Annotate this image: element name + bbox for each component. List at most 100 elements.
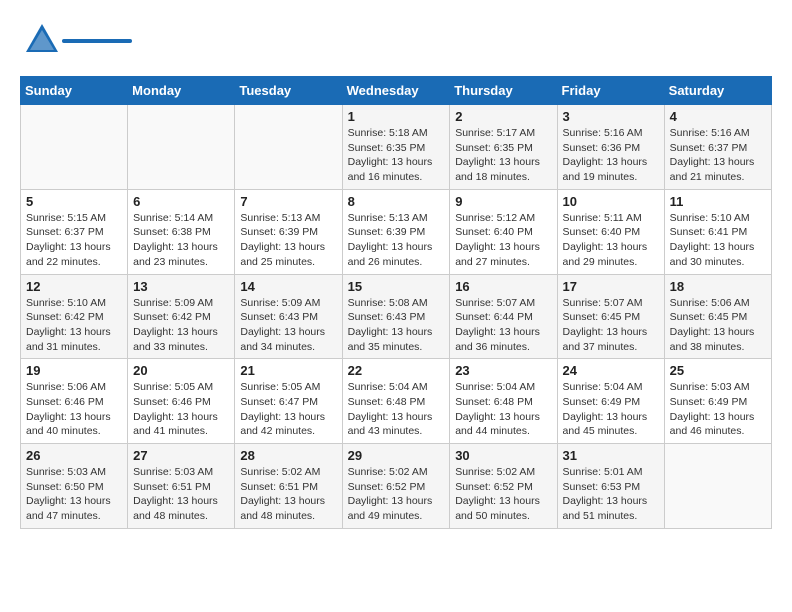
calendar-cell: 7 Sunrise: 5:13 AM Sunset: 6:39 PM Daylig… <box>235 189 342 274</box>
day-info: Sunrise: 5:13 AM Sunset: 6:39 PM Dayligh… <box>348 211 445 270</box>
page-header <box>20 20 772 60</box>
day-info: Sunrise: 5:04 AM Sunset: 6:48 PM Dayligh… <box>348 380 445 439</box>
calendar-cell: 21 Sunrise: 5:05 AM Sunset: 6:47 PM Dayli… <box>235 359 342 444</box>
day-number: 3 <box>563 109 659 124</box>
day-info: Sunrise: 5:02 AM Sunset: 6:51 PM Dayligh… <box>240 465 336 524</box>
week-row-2: 5 Sunrise: 5:15 AM Sunset: 6:37 PM Daylig… <box>21 189 772 274</box>
day-info: Sunrise: 5:07 AM Sunset: 6:44 PM Dayligh… <box>455 296 551 355</box>
day-info: Sunrise: 5:11 AM Sunset: 6:40 PM Dayligh… <box>563 211 659 270</box>
day-info: Sunrise: 5:18 AM Sunset: 6:35 PM Dayligh… <box>348 126 445 185</box>
day-info: Sunrise: 5:06 AM Sunset: 6:46 PM Dayligh… <box>26 380 122 439</box>
day-number: 19 <box>26 363 122 378</box>
calendar-cell: 9 Sunrise: 5:12 AM Sunset: 6:40 PM Daylig… <box>450 189 557 274</box>
day-info: Sunrise: 5:04 AM Sunset: 6:49 PM Dayligh… <box>563 380 659 439</box>
logo <box>20 20 132 60</box>
day-info: Sunrise: 5:09 AM Sunset: 6:43 PM Dayligh… <box>240 296 336 355</box>
calendar-cell: 24Sunrise: 5:04 AM Sunset: 6:49 PM Dayli… <box>557 359 664 444</box>
day-number: 15 <box>348 279 445 294</box>
week-row-3: 12Sunrise: 5:10 AM Sunset: 6:42 PM Dayli… <box>21 274 772 359</box>
calendar-cell: 16 Sunrise: 5:07 AM Sunset: 6:44 PM Dayli… <box>450 274 557 359</box>
logo-icon <box>20 20 60 60</box>
day-number: 16 <box>455 279 551 294</box>
calendar-cell: 1 Sunrise: 5:18 AM Sunset: 6:35 PM Daylig… <box>342 105 450 190</box>
day-info: Sunrise: 5:02 AM Sunset: 6:52 PM Dayligh… <box>348 465 445 524</box>
day-number: 20 <box>133 363 229 378</box>
calendar-cell <box>128 105 235 190</box>
calendar-cell: 30 Sunrise: 5:02 AM Sunset: 6:52 PM Dayli… <box>450 444 557 529</box>
day-number: 30 <box>455 448 551 463</box>
day-info: Sunrise: 5:12 AM Sunset: 6:40 PM Dayligh… <box>455 211 551 270</box>
calendar-cell: 10 Sunrise: 5:11 AM Sunset: 6:40 PM Dayli… <box>557 189 664 274</box>
day-header-monday: Monday <box>128 77 235 105</box>
day-info: Sunrise: 5:06 AM Sunset: 6:45 PM Dayligh… <box>670 296 766 355</box>
day-number: 6 <box>133 194 229 209</box>
day-number: 10 <box>563 194 659 209</box>
calendar-cell: 18Sunrise: 5:06 AM Sunset: 6:45 PM Dayli… <box>664 274 771 359</box>
day-header-sunday: Sunday <box>21 77 128 105</box>
day-info: Sunrise: 5:02 AM Sunset: 6:52 PM Dayligh… <box>455 465 551 524</box>
day-info: Sunrise: 5:07 AM Sunset: 6:45 PM Dayligh… <box>563 296 659 355</box>
day-header-friday: Friday <box>557 77 664 105</box>
calendar-cell: 26 Sunrise: 5:03 AM Sunset: 6:50 PM Dayli… <box>21 444 128 529</box>
calendar-cell <box>21 105 128 190</box>
calendar-cell: 11 Sunrise: 5:10 AM Sunset: 6:41 PM Dayli… <box>664 189 771 274</box>
day-number: 26 <box>26 448 122 463</box>
calendar-cell: 28 Sunrise: 5:02 AM Sunset: 6:51 PM Dayli… <box>235 444 342 529</box>
day-info: Sunrise: 5:01 AM Sunset: 6:53 PM Dayligh… <box>563 465 659 524</box>
calendar-cell: 6 Sunrise: 5:14 AM Sunset: 6:38 PM Daylig… <box>128 189 235 274</box>
day-info: Sunrise: 5:05 AM Sunset: 6:47 PM Dayligh… <box>240 380 336 439</box>
day-number: 9 <box>455 194 551 209</box>
day-info: Sunrise: 5:14 AM Sunset: 6:38 PM Dayligh… <box>133 211 229 270</box>
calendar-cell: 17 Sunrise: 5:07 AM Sunset: 6:45 PM Dayli… <box>557 274 664 359</box>
day-info: Sunrise: 5:05 AM Sunset: 6:46 PM Dayligh… <box>133 380 229 439</box>
calendar-cell: 4Sunrise: 5:16 AM Sunset: 6:37 PM Daylig… <box>664 105 771 190</box>
calendar-cell: 22 Sunrise: 5:04 AM Sunset: 6:48 PM Dayli… <box>342 359 450 444</box>
day-info: Sunrise: 5:10 AM Sunset: 6:41 PM Dayligh… <box>670 211 766 270</box>
day-info: Sunrise: 5:15 AM Sunset: 6:37 PM Dayligh… <box>26 211 122 270</box>
day-header-tuesday: Tuesday <box>235 77 342 105</box>
day-number: 1 <box>348 109 445 124</box>
day-number: 14 <box>240 279 336 294</box>
day-header-wednesday: Wednesday <box>342 77 450 105</box>
day-info: Sunrise: 5:13 AM Sunset: 6:39 PM Dayligh… <box>240 211 336 270</box>
day-number: 5 <box>26 194 122 209</box>
week-row-1: 1 Sunrise: 5:18 AM Sunset: 6:35 PM Daylig… <box>21 105 772 190</box>
calendar-cell: 25Sunrise: 5:03 AM Sunset: 6:49 PM Dayli… <box>664 359 771 444</box>
calendar-cell: 5 Sunrise: 5:15 AM Sunset: 6:37 PM Daylig… <box>21 189 128 274</box>
day-number: 7 <box>240 194 336 209</box>
calendar-table: SundayMondayTuesdayWednesdayThursdayFrid… <box>20 76 772 529</box>
day-number: 31 <box>563 448 659 463</box>
day-number: 23 <box>455 363 551 378</box>
days-of-week-row: SundayMondayTuesdayWednesdayThursdayFrid… <box>21 77 772 105</box>
calendar-cell: 27Sunrise: 5:03 AM Sunset: 6:51 PM Dayli… <box>128 444 235 529</box>
day-number: 29 <box>348 448 445 463</box>
day-info: Sunrise: 5:03 AM Sunset: 6:50 PM Dayligh… <box>26 465 122 524</box>
day-number: 17 <box>563 279 659 294</box>
calendar-cell: 31 Sunrise: 5:01 AM Sunset: 6:53 PM Dayli… <box>557 444 664 529</box>
day-number: 21 <box>240 363 336 378</box>
day-info: Sunrise: 5:16 AM Sunset: 6:36 PM Dayligh… <box>563 126 659 185</box>
day-number: 4 <box>670 109 766 124</box>
day-number: 22 <box>348 363 445 378</box>
calendar-cell: 13Sunrise: 5:09 AM Sunset: 6:42 PM Dayli… <box>128 274 235 359</box>
calendar-cell <box>235 105 342 190</box>
logo-underline <box>62 39 132 43</box>
calendar-cell: 8 Sunrise: 5:13 AM Sunset: 6:39 PM Daylig… <box>342 189 450 274</box>
calendar-cell: 19 Sunrise: 5:06 AM Sunset: 6:46 PM Dayli… <box>21 359 128 444</box>
calendar-cell: 12Sunrise: 5:10 AM Sunset: 6:42 PM Dayli… <box>21 274 128 359</box>
day-number: 28 <box>240 448 336 463</box>
week-row-4: 19 Sunrise: 5:06 AM Sunset: 6:46 PM Dayli… <box>21 359 772 444</box>
day-header-saturday: Saturday <box>664 77 771 105</box>
calendar-cell: 3 Sunrise: 5:16 AM Sunset: 6:36 PM Daylig… <box>557 105 664 190</box>
day-number: 12 <box>26 279 122 294</box>
day-number: 11 <box>670 194 766 209</box>
day-number: 25 <box>670 363 766 378</box>
day-number: 13 <box>133 279 229 294</box>
day-info: Sunrise: 5:03 AM Sunset: 6:51 PM Dayligh… <box>133 465 229 524</box>
calendar-header: SundayMondayTuesdayWednesdayThursdayFrid… <box>21 77 772 105</box>
calendar-cell: 2Sunrise: 5:17 AM Sunset: 6:35 PM Daylig… <box>450 105 557 190</box>
day-number: 2 <box>455 109 551 124</box>
calendar-body: 1 Sunrise: 5:18 AM Sunset: 6:35 PM Daylig… <box>21 105 772 529</box>
calendar-cell: 20 Sunrise: 5:05 AM Sunset: 6:46 PM Dayli… <box>128 359 235 444</box>
day-number: 8 <box>348 194 445 209</box>
